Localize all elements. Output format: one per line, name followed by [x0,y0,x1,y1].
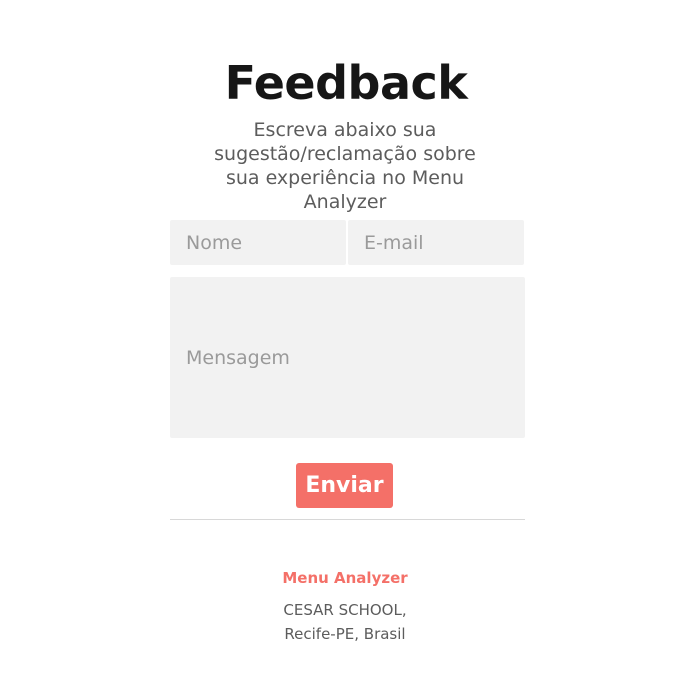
page-title: Feedback [224,55,468,110]
submit-button[interactable]: Enviar [296,463,393,508]
footer-address-line-1: CESAR SCHOOL, [283,601,407,619]
message-textarea[interactable] [170,277,525,438]
footer-divider [170,519,525,520]
page-subtitle: Escreva abaixo sua sugestão/reclamação s… [214,119,476,213]
footer-address-line-2: Recife-PE, Brasil [284,625,406,643]
footer-address: CESAR SCHOOL, Recife-PE, Brasil [0,598,690,646]
footer-brand: Menu Analyzer [282,569,408,587]
name-input[interactable] [170,220,346,265]
email-input[interactable] [348,220,524,265]
